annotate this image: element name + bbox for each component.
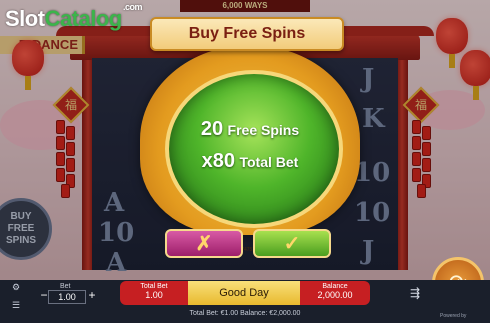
menu-icon[interactable]: ☰ (12, 300, 20, 311)
settings-icon[interactable]: ⚙ (12, 282, 20, 293)
site-logo: SlotCatalog .com (5, 2, 143, 31)
check-icon: ✓ (283, 233, 301, 255)
bet-label: Bet (60, 283, 71, 290)
close-icon: ✗ (195, 233, 213, 255)
balance-value: 2,000.00 (317, 290, 353, 300)
status-message: Good Day (188, 281, 300, 305)
bet-increase-button[interactable]: + (86, 288, 98, 302)
modal-title: Buy Free Spins (150, 17, 344, 51)
total-bet-label: Total Bet (140, 283, 168, 290)
bet-value: 1.00 (48, 290, 86, 304)
total-bet-value: 1.00 (145, 290, 163, 300)
balance-label: Balance (322, 283, 348, 290)
confirm-button[interactable]: ✓ (253, 229, 331, 258)
total-bet-box: Total Bet 1.00 (120, 281, 188, 305)
powered-by: Powered by (440, 313, 467, 319)
offer-orb (165, 70, 343, 228)
offer-spins: 20 Free Spins (200, 118, 300, 140)
offer-cost: x80 Total Bet (201, 150, 299, 172)
balance-box: Balance 2,000.00 (300, 281, 370, 305)
footer-summary: Total Bet: €1.00 Balance: €2,000.00 (189, 310, 301, 317)
autoplay-icon[interactable]: ⇶ (410, 286, 420, 300)
cancel-button[interactable]: ✗ (165, 229, 243, 258)
